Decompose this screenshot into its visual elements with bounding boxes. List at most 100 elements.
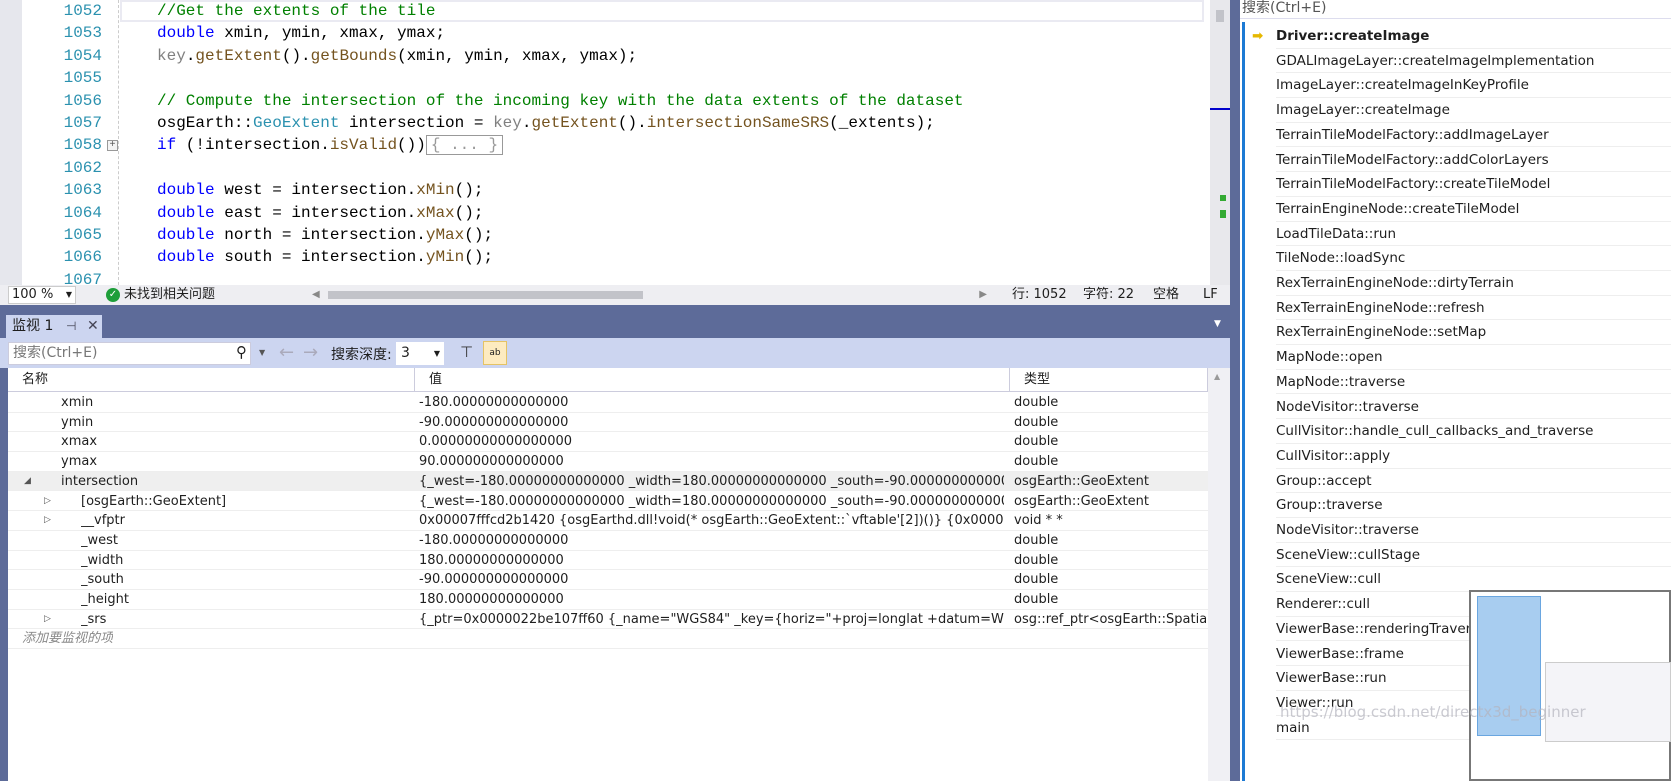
code-line[interactable]: 1064 double east = intersection.xMax();: [0, 202, 1210, 224]
watch-value[interactable]: {_west=-180.00000000000000 _width=180.00…: [419, 492, 1004, 511]
watch-row[interactable]: 🔒︎_south-90.000000000000000double: [8, 570, 1208, 590]
code-line[interactable]: 1063 double west = intersection.xMin();: [0, 179, 1210, 201]
tab-watch-1[interactable]: 监视 1 ⊣ ✕: [6, 315, 102, 338]
issues-status[interactable]: 未找到相关问题: [124, 285, 215, 305]
column-header-value[interactable]: 值: [415, 368, 1010, 392]
code-line[interactable]: 1057 osgEarth::GeoExtent intersection = k…: [0, 112, 1210, 134]
watch-row[interactable]: ▷🔒︎_srs{_ptr=0x0000022be107ff60 {_name="…: [8, 610, 1208, 630]
code-line[interactable]: 1065 double north = intersection.yMax();: [0, 224, 1210, 246]
column-header-type[interactable]: 类型: [1010, 368, 1208, 392]
watch-search-input[interactable]: 搜索(Ctrl+E): [8, 342, 251, 365]
watch-type: double: [1014, 454, 1059, 470]
search-icon[interactable]: ⚲: [236, 343, 247, 361]
call-stack-frame[interactable]: TerrainTileModelFactory::addColorLayers: [1276, 148, 1671, 173]
call-stack-frame[interactable]: NodeVisitor::traverse: [1276, 518, 1671, 543]
hex-display-icon[interactable]: ab: [483, 341, 507, 365]
call-stack-frame[interactable]: SceneView::cullStage: [1276, 543, 1671, 568]
watch-row[interactable]: xmin -180.00000000000000 double: [8, 393, 1208, 413]
watch-value[interactable]: -180.00000000000000: [419, 531, 1004, 550]
watch-value[interactable]: 180.00000000000000: [419, 551, 1004, 570]
call-stack-frame[interactable]: LoadTileData::run: [1276, 222, 1671, 247]
close-icon[interactable]: ✕: [87, 315, 99, 338]
call-stack-frame[interactable]: Group::traverse: [1276, 493, 1671, 518]
add-watch-row[interactable]: 添加要监视的项: [8, 629, 1208, 650]
watch-value[interactable]: 90.000000000000000: [419, 452, 1004, 471]
code-line[interactable]: 1058 + if (!intersection.isValid()){ ... }: [0, 134, 1210, 156]
watch-value[interactable]: {_ptr=0x0000022be107ff60 {_name="WGS84" …: [419, 610, 1004, 629]
expand-fold-icon[interactable]: +: [107, 140, 118, 152]
watch-row[interactable]: ▷⧉[osgEarth::GeoExtent]{_west=-180.00000…: [8, 492, 1208, 512]
horizontal-scrollbar[interactable]: ◀ ▶: [312, 289, 987, 301]
call-stack-frame[interactable]: RexTerrainEngineNode::dirtyTerrain: [1276, 271, 1671, 296]
call-stack-frame[interactable]: ImageLayer::createImageInKeyProfile: [1276, 73, 1671, 99]
watch-row[interactable]: ymin -90.000000000000000 double: [8, 413, 1208, 433]
panel-menu-chevron-icon[interactable]: ▼: [1214, 319, 1221, 329]
chevron-down-icon[interactable]: ▼: [259, 348, 265, 357]
watch-type: double: [1014, 552, 1059, 568]
call-stack-frame[interactable]: MapNode::open: [1276, 345, 1671, 370]
frame-label: CullVisitor::handle_cull_callbacks_and_t…: [1276, 423, 1594, 440]
line-indicator[interactable]: 行: 1052: [1012, 285, 1067, 305]
code-line[interactable]: 1055: [0, 67, 1210, 89]
code-line[interactable]: 1067: [0, 269, 1210, 285]
watch-row[interactable]: 🔒︎_width180.00000000000000double: [8, 551, 1208, 571]
watch-value[interactable]: -180.00000000000000: [419, 393, 1004, 412]
expand-triangle-icon[interactable]: ▷: [44, 610, 51, 629]
editor-vertical-scrollbar[interactable]: [1210, 0, 1230, 285]
watch-value[interactable]: -90.000000000000000: [419, 570, 1004, 589]
call-stack-frame[interactable]: GDALImageLayer::createImageImplementatio…: [1276, 49, 1671, 74]
watch-value[interactable]: {_west=-180.00000000000000 _width=180.00…: [419, 472, 1004, 491]
code-line[interactable]: 1062: [0, 157, 1210, 179]
call-stack-frame[interactable]: TerrainTileModelFactory::createTileModel: [1276, 172, 1671, 197]
watch-row[interactable]: xmax 0.00000000000000000 double: [8, 432, 1208, 453]
search-depth-dropdown[interactable]: 3 ▼: [396, 342, 444, 365]
watch-value[interactable]: 180.00000000000000: [419, 590, 1004, 609]
code-token: double: [157, 203, 215, 222]
watch-value[interactable]: 0.00000000000000000: [419, 432, 1004, 451]
code-line[interactable]: 1056 // Compute the intersection of the i…: [0, 90, 1210, 112]
call-stack-frame[interactable]: RexTerrainEngineNode::refresh: [1276, 296, 1671, 321]
call-stack-frame[interactable]: Group::accept: [1276, 469, 1671, 494]
panel-splitter[interactable]: [1230, 0, 1240, 781]
watch-row[interactable]: ◢ intersection {_west=-180.00000000000000 …: [8, 471, 1208, 492]
collapse-triangle-icon[interactable]: ◢: [24, 472, 31, 491]
call-stack-frame[interactable]: CullVisitor::apply: [1276, 444, 1671, 469]
char-indicator[interactable]: 字符: 22: [1083, 285, 1134, 305]
zoom-dropdown[interactable]: 100 % ▼: [8, 286, 76, 304]
watch-row[interactable]: 🔒︎_west-180.00000000000000double: [8, 531, 1208, 551]
expand-triangle-icon[interactable]: ▷: [44, 511, 51, 530]
collapsed-block[interactable]: { ... }: [425, 135, 504, 156]
code-token: .: [185, 46, 196, 65]
back-arrow-icon[interactable]: ←: [279, 342, 294, 363]
call-stack-frame[interactable]: NodeVisitor::traverse: [1276, 395, 1671, 420]
call-stack-frame[interactable]: MapNode::traverse: [1276, 370, 1671, 395]
watch-row[interactable]: ▷ __vfptr 0x00007fffcd2b1420 {osgEarthd.dl…: [8, 511, 1208, 531]
code-line[interactable]: 1052 //Get the extents of the tile: [0, 0, 1210, 22]
watch-value[interactable]: 0x00007fffcd2b1420 {osgEarthd.dll!void(*…: [419, 511, 1004, 530]
call-stack-frame[interactable]: CullVisitor::handle_cull_callbacks_and_t…: [1276, 419, 1671, 444]
pin-icon[interactable]: ⊣: [66, 315, 76, 338]
call-stack-frame[interactable]: TileNode::loadSync: [1276, 246, 1671, 271]
call-stack-frame[interactable]: SceneView::cull: [1276, 567, 1671, 593]
code-editor[interactable]: 1052 //Get the extents of the tile 1053 dou…: [0, 0, 1230, 285]
watch-row[interactable]: 🔒︎_height180.00000000000000double: [8, 590, 1208, 610]
whitespace-indicator[interactable]: 空格: [1153, 285, 1179, 305]
code-line[interactable]: 1066 double south = intersection.yMin();: [0, 246, 1210, 268]
callstack-search-input[interactable]: 搜索(Ctrl+E): [1240, 0, 1671, 19]
call-stack-frame[interactable]: TerrainTileModelFactory::addImageLayer: [1276, 123, 1671, 148]
watch-row[interactable]: ymax 90.000000000000000 double: [8, 452, 1208, 472]
grid-vertical-scrollbar[interactable]: ▲: [1208, 368, 1230, 781]
selection-bar: [1242, 22, 1245, 781]
eol-indicator[interactable]: LF: [1203, 285, 1218, 305]
watch-value[interactable]: -90.000000000000000: [419, 413, 1004, 432]
code-line[interactable]: 1053 double xmin, ymin, xmax, ymax;: [0, 22, 1210, 44]
forward-arrow-icon[interactable]: →: [303, 342, 318, 363]
column-header-name[interactable]: 名称: [8, 368, 415, 392]
call-stack-frame[interactable]: RexTerrainEngineNode::setMap: [1276, 320, 1671, 346]
code-line[interactable]: 1054 key.getExtent().getBounds(xmin, ymin…: [0, 45, 1210, 67]
call-stack-frame[interactable]: TerrainEngineNode::createTileModel: [1276, 197, 1671, 222]
expand-triangle-icon[interactable]: ▷: [44, 492, 51, 511]
pin-filter-icon[interactable]: ⊤: [460, 343, 473, 361]
call-stack-frame[interactable]: ImageLayer::createImage: [1276, 98, 1671, 123]
call-stack-frame[interactable]: ➡ Driver::createImage: [1252, 24, 1671, 49]
